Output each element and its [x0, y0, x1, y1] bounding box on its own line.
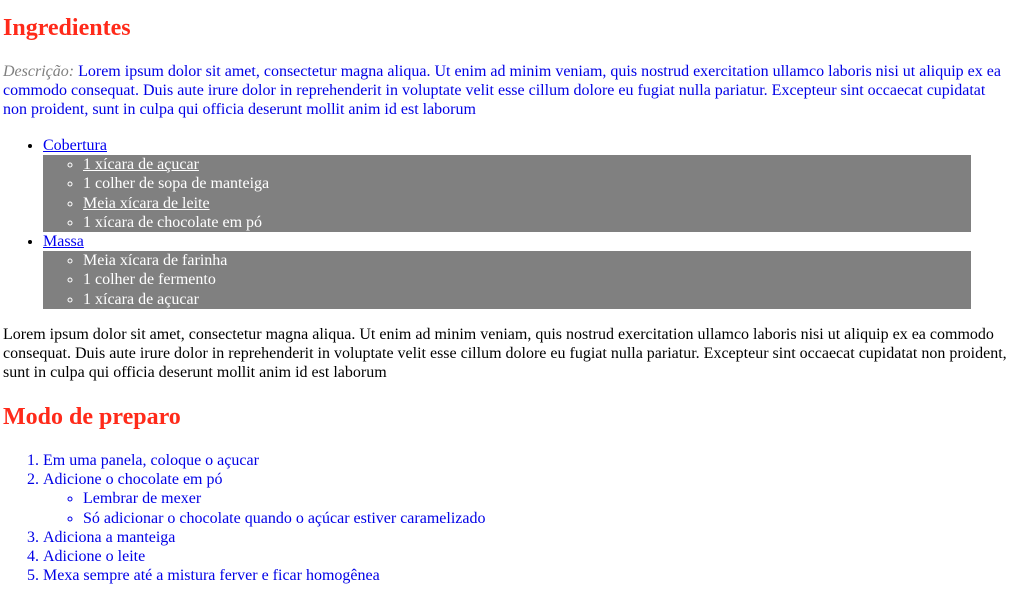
ingredient-link[interactable]: 1 xícara de açucar	[83, 156, 199, 173]
ingredient-item: Meia xícara de leite	[83, 194, 971, 213]
step-item: Adiciona a manteiga	[43, 528, 485, 547]
ingredient-item: 1 colher de fermento	[83, 270, 971, 289]
step-item: Mexa sempre até a mistura ferver e ficar…	[43, 566, 485, 585]
ingredient-item: 1 colher de sopa de manteiga	[83, 174, 971, 193]
ingredient-item: Meia xícara de farinha	[83, 251, 971, 270]
preparo-heading: Modo de preparo	[3, 404, 181, 430]
group-link-massa[interactable]: Massa	[43, 233, 84, 250]
ingredient-item: 1 xícara de chocolate em pó	[83, 213, 971, 232]
substep-item: Lembrar de mexer	[83, 489, 485, 508]
substep-item: Só adicionar o chocolate quando o açúcar…	[83, 509, 485, 528]
step-item: Em uma panela, coloque o açucar	[43, 451, 485, 470]
cobertura-items: 1 xícara de açucar 1 colher de sopa de m…	[43, 155, 971, 233]
description-label: Descrição:	[3, 63, 75, 80]
ingredient-link[interactable]: Meia xícara de leite	[83, 195, 210, 212]
step-text: Adicione o chocolate em pó	[43, 471, 223, 489]
step-item: Adicione o leite	[43, 547, 485, 566]
group-link-cobertura[interactable]: Cobertura	[43, 137, 107, 154]
ingredientes-description: Descrição: Lorem ipsum dolor sit amet, c…	[3, 62, 1008, 120]
step-item: Adicione o chocolate em pó Lembrar de me…	[43, 470, 485, 528]
ingredientes-heading: Ingredientes	[3, 15, 131, 41]
ingredient-group-massa: Massa Meia xícara de farinha 1 colher de…	[43, 232, 1013, 309]
ingredient-item: 1 xícara de açucar	[83, 290, 971, 309]
ingredient-item: 1 xícara de açucar	[83, 155, 971, 174]
massa-items: Meia xícara de farinha 1 colher de ferme…	[43, 251, 971, 309]
ingredient-groups-list: Cobertura 1 xícara de açucar 1 colher de…	[3, 136, 1013, 309]
step-substeps: Lembrar de mexer Só adicionar o chocolat…	[43, 489, 485, 527]
preparation-steps: Em uma panela, coloque o açucar Adicione…	[3, 451, 485, 585]
body-paragraph: Lorem ipsum dolor sit amet, consectetur …	[3, 326, 1007, 382]
description-text: Lorem ipsum dolor sit amet, consectetur …	[3, 63, 1001, 119]
ingredient-group-cobertura: Cobertura 1 xícara de açucar 1 colher de…	[43, 136, 1013, 233]
